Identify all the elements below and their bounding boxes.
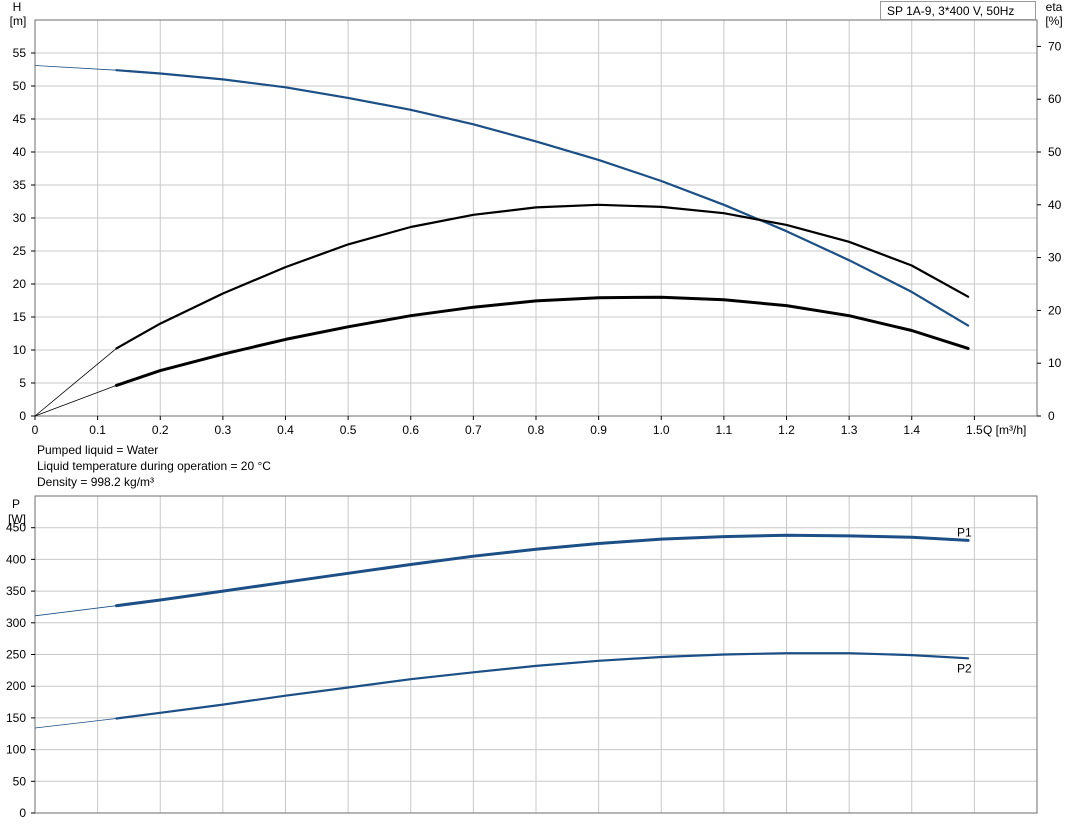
eta-ytick-label: 0 — [1048, 409, 1055, 423]
power-ytick-label: 400 — [6, 552, 26, 566]
head-ytick-label: 30 — [13, 211, 27, 225]
head-axis-title: H — [13, 0, 22, 14]
power-ytick-label: 100 — [6, 743, 26, 757]
pump-model-legend: SP 1A-9, 3*400 V, 50Hz — [880, 1, 1036, 20]
p2-curve-extension — [34, 718, 117, 729]
power-ytick-label: 50 — [13, 774, 27, 788]
q-xtick-label: 1.1 — [716, 423, 733, 437]
q-xtick-label: 0.8 — [528, 423, 545, 437]
info-density: Density = 998.2 kg/m³ — [37, 475, 155, 489]
q-xtick-label: 1.5 — [966, 423, 983, 437]
head-ytick-label: 40 — [13, 145, 27, 159]
q-xtick-label: 0.3 — [215, 423, 232, 437]
info-liquid-temperature: Liquid temperature during operation = 20… — [37, 459, 271, 473]
q-xtick-label: 0 — [32, 423, 39, 437]
power-ytick-label: 150 — [6, 711, 26, 725]
head-ytick-label: 25 — [13, 244, 27, 258]
p1-curve — [114, 533, 970, 608]
eta-pump-curve — [115, 203, 970, 350]
eta-axis-unit: [%] — [1045, 14, 1062, 28]
head-ytick-label: 20 — [13, 277, 27, 291]
head-curve — [115, 69, 970, 327]
head-ytick-label: 10 — [13, 343, 27, 357]
head-ytick-label: 45 — [13, 112, 27, 126]
q-axis-title: Q [m³/h] — [983, 423, 1026, 437]
q-xtick-label: 0.6 — [402, 423, 419, 437]
eta-ytick-label: 40 — [1048, 198, 1062, 212]
p2-series-label: P2 — [957, 661, 972, 675]
eta-ytick-label: 10 — [1048, 356, 1062, 370]
eta-axis-title: eta — [1046, 0, 1063, 14]
head-ytick-label: 0 — [19, 409, 26, 423]
q-xtick-label: 0.2 — [152, 423, 169, 437]
q-xtick-label: 0.9 — [590, 423, 607, 437]
pump-performance-chart: 0 5 10 15 20 25 30 35 40 45 50 55 0 10 20 30 40 50 60 70 0 0.… — [6, 0, 1063, 820]
head-axis-unit: [m] — [10, 14, 27, 28]
power-ytick-label: 250 — [6, 648, 26, 662]
head-ytick-label: 50 — [13, 79, 27, 93]
power-ytick-label: 300 — [6, 616, 26, 630]
q-xtick-label: 0.7 — [465, 423, 482, 437]
eta-ytick-label: 70 — [1048, 39, 1062, 53]
p1-curve-extension — [34, 605, 117, 617]
head-ytick-label: 35 — [13, 178, 27, 192]
power-axis-unit: [W] — [8, 512, 26, 526]
eta-ytick-label: 60 — [1048, 92, 1062, 106]
power-ytick-label: 350 — [6, 584, 26, 598]
head-ytick-label: 55 — [13, 46, 27, 60]
power-ytick-label: 200 — [6, 679, 26, 693]
eta-ytick-label: 50 — [1048, 145, 1062, 159]
eta-total-curve-extension — [34, 385, 117, 417]
head-curve-extension — [34, 65, 117, 71]
power-ytick-label: 0 — [19, 806, 26, 820]
eta-total-curve — [114, 295, 970, 387]
power-axis-title: P — [12, 497, 20, 511]
eta-pump-curve-extension — [34, 348, 117, 417]
info-pumped-liquid: Pumped liquid = Water — [37, 443, 159, 457]
q-xtick-label: 1.4 — [903, 423, 920, 437]
q-xtick-label: 1.3 — [841, 423, 858, 437]
eta-ytick-label: 30 — [1048, 251, 1062, 265]
q-xtick-label: 0.4 — [277, 423, 294, 437]
p1-series-label: P1 — [957, 525, 972, 539]
q-xtick-label: 1.0 — [653, 423, 670, 437]
head-ytick-label: 5 — [19, 376, 26, 390]
q-xtick-label: 1.2 — [778, 423, 795, 437]
q-xtick-label: 0.1 — [89, 423, 106, 437]
head-ytick-label: 15 — [13, 310, 27, 324]
eta-ytick-label: 20 — [1048, 303, 1062, 317]
q-xtick-label: 0.5 — [340, 423, 357, 437]
